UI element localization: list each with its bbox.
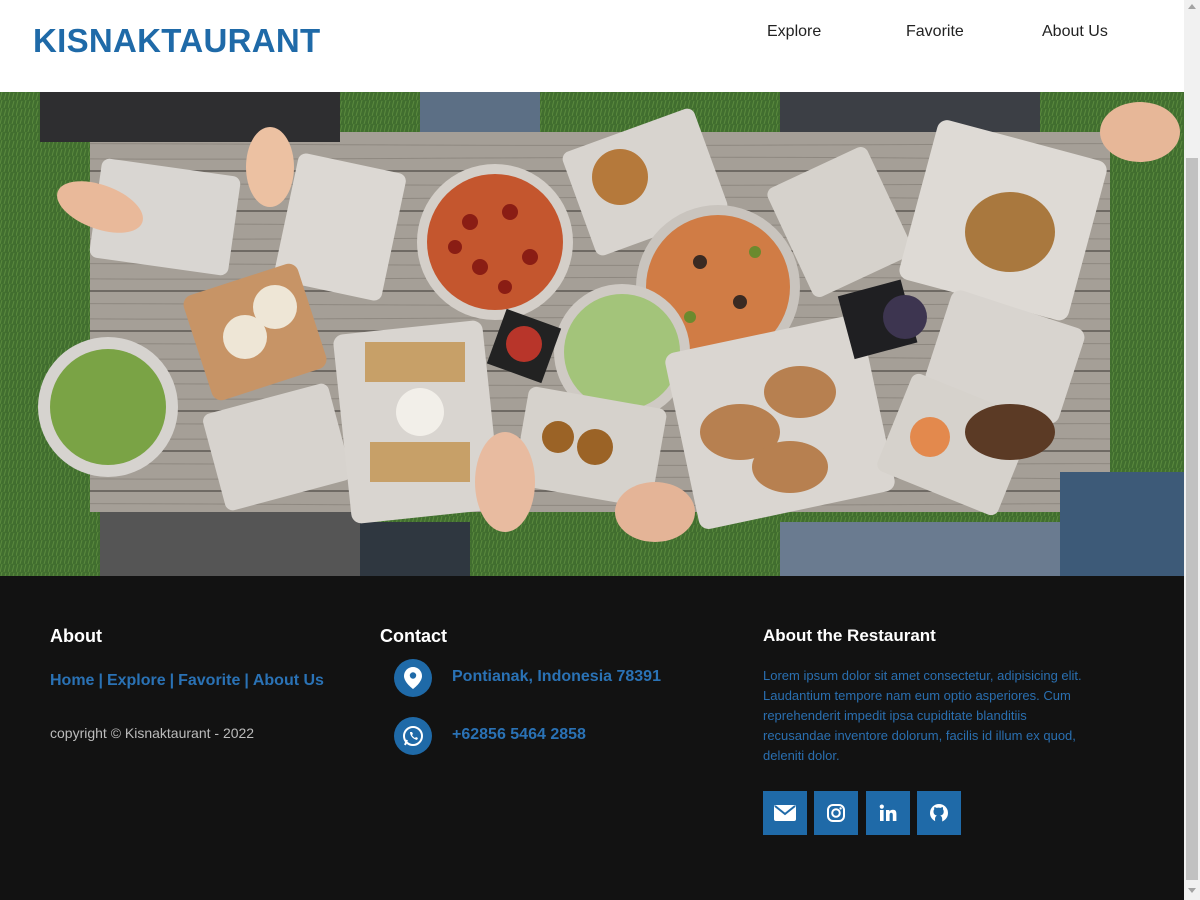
restaurant-description: Lorem ipsum dolor sit amet consectetur, …	[763, 668, 1082, 763]
whatsapp-icon	[394, 717, 432, 755]
github-icon[interactable]	[917, 791, 961, 835]
footer-link-home[interactable]: Home	[50, 672, 94, 689]
hero-food-illustration	[0, 92, 1184, 576]
footer-contact-title: Contact	[380, 626, 447, 646]
nav-about-us[interactable]: About Us	[1042, 23, 1108, 41]
footer-about-title: About	[50, 626, 102, 646]
site-footer: About Home | Explore | Favorite | About Us cop…	[0, 576, 1184, 900]
copyright-text: copyright © Kisnaktaurant - 2022	[50, 725, 255, 741]
instagram-icon[interactable]	[814, 791, 858, 835]
footer-links: Home | Explore | Favorite | About Us	[50, 672, 324, 690]
contact-address: Pontianak, Indonesia 78391	[394, 658, 694, 698]
scroll-up-arrow-icon[interactable]	[1188, 4, 1196, 9]
contact-phone: +62856 5464 2858	[394, 716, 694, 756]
phone-text[interactable]: +62856 5464 2858	[452, 726, 586, 744]
footer-restaurant-title: About the Restaurant	[763, 626, 936, 645]
link-separator: |	[244, 672, 249, 689]
address-text: Pontianak, Indonesia 78391	[452, 668, 661, 685]
map-pin-icon	[394, 659, 432, 697]
nav-explore[interactable]: Explore	[767, 23, 821, 41]
scroll-down-arrow-icon[interactable]	[1188, 888, 1196, 893]
footer-link-about-us[interactable]: About Us	[253, 672, 324, 689]
hero-image	[0, 92, 1184, 576]
footer-link-favorite[interactable]: Favorite	[178, 672, 240, 689]
footer-link-explore[interactable]: Explore	[107, 672, 166, 689]
link-separator: |	[169, 672, 175, 689]
nav-favorite[interactable]: Favorite	[906, 23, 964, 41]
link-separator: |	[98, 672, 103, 689]
envelope-icon[interactable]	[763, 791, 807, 835]
linkedin-icon[interactable]	[866, 791, 910, 835]
vertical-scrollbar[interactable]	[1184, 0, 1200, 900]
site-header: KISNAKTAURANT Explore Favorite About Us	[0, 0, 1184, 92]
scroll-thumb[interactable]	[1186, 158, 1198, 880]
brand-logo[interactable]: KISNAKTAURANT	[33, 22, 320, 60]
